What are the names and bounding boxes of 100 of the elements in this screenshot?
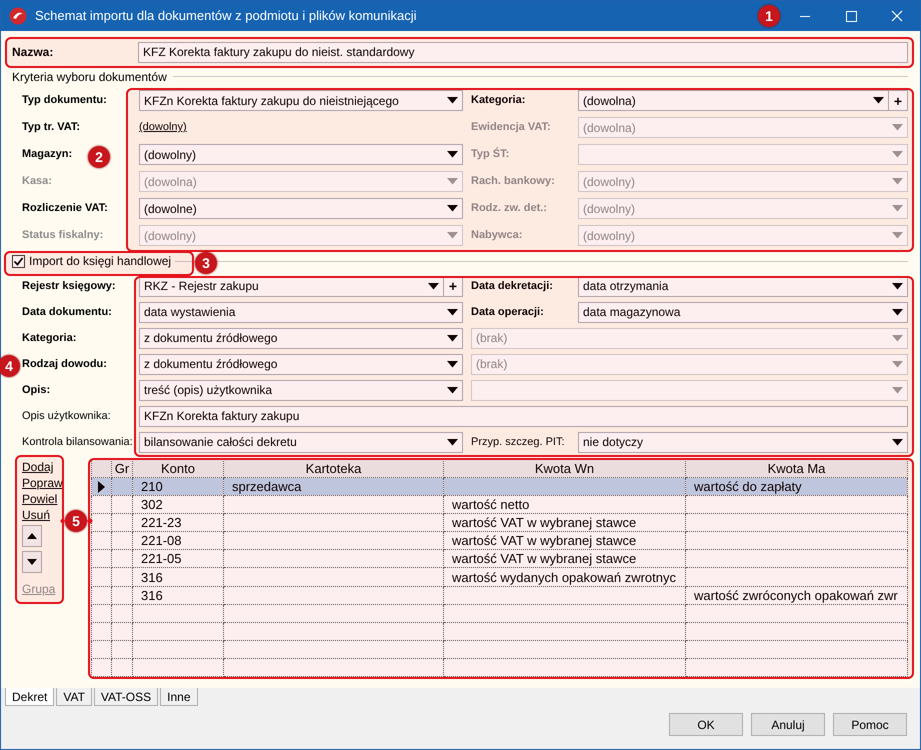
caret-icon bbox=[892, 282, 903, 290]
link[interactable]: Usuń bbox=[22, 507, 50, 523]
callout-arrow bbox=[60, 516, 68, 526]
link[interactable]: (dowolny) bbox=[139, 119, 187, 136]
table-cell: 302 bbox=[132, 496, 224, 514]
table-cell: 221-23 bbox=[132, 514, 224, 532]
field-label: Kategoria: bbox=[471, 93, 526, 108]
caret-icon bbox=[892, 386, 903, 394]
dropdown[interactable]: data wystawienia bbox=[139, 302, 463, 322]
add-button[interactable]: + bbox=[444, 276, 463, 296]
add-button[interactable]: + bbox=[889, 90, 908, 111]
dialog-button[interactable]: OK bbox=[669, 713, 743, 736]
table-row[interactable]: 221-08 wartość VAT w wybranej stawce bbox=[92, 532, 908, 550]
dropdown[interactable]: (dowolna) bbox=[578, 90, 889, 111]
dropdown[interactable]: z dokumentu źródłowego bbox=[139, 328, 463, 348]
link[interactable]: Dodaj bbox=[22, 459, 54, 475]
tab[interactable]: Dekret bbox=[5, 688, 54, 706]
field-label: Kasa: bbox=[22, 174, 52, 190]
caret-icon bbox=[892, 232, 903, 239]
field-label: Rejestr księgowy: bbox=[22, 278, 116, 294]
field-label: Nazwa: bbox=[12, 44, 54, 61]
caret-icon bbox=[892, 205, 903, 212]
tab[interactable]: Inne bbox=[160, 688, 198, 706]
dropdown[interactable]: data otrzymania bbox=[578, 276, 908, 296]
caret-icon bbox=[447, 334, 458, 342]
text-field[interactable]: KFZn Korekta faktury zakupu bbox=[139, 406, 908, 426]
table-cell: 316 bbox=[132, 568, 224, 586]
check-icon bbox=[13, 256, 24, 266]
table-cell: wartość VAT w wybranej stawce bbox=[444, 514, 686, 532]
field-label: Nabywca: bbox=[471, 228, 522, 244]
callout-arrow bbox=[85, 516, 93, 526]
field-label: Data dokumentu: bbox=[22, 304, 112, 320]
table-cell: sprzedawca bbox=[224, 478, 444, 496]
caret-icon bbox=[447, 232, 458, 239]
caret-icon bbox=[447, 178, 458, 185]
column-header[interactable]: Gr bbox=[112, 460, 132, 478]
dropdown[interactable]: bilansowanie całości dekretu bbox=[139, 432, 463, 452]
caret-icon bbox=[447, 386, 458, 394]
caret-icon bbox=[447, 97, 458, 104]
caret-icon bbox=[892, 438, 903, 446]
dropdown[interactable]: (dowolny) bbox=[139, 144, 463, 165]
caret-icon bbox=[447, 438, 458, 446]
link[interactable]: Powiel bbox=[22, 491, 58, 507]
caret-icon bbox=[892, 151, 903, 158]
dropdown[interactable]: RKZ - Rejestr zakupu bbox=[139, 276, 444, 296]
window-title: Schemat importu dla dokumentów z podmiotu i plików komunikacji bbox=[35, 7, 417, 26]
field-label: Rodzaj dowodu: bbox=[22, 356, 107, 372]
dropdown[interactable]: (dowolne) bbox=[139, 198, 463, 219]
field-label: Data dekretacji: bbox=[471, 278, 553, 294]
column-header[interactable]: Kwota Ma bbox=[686, 460, 908, 478]
link[interactable]: Popraw bbox=[22, 475, 63, 491]
move-down-button[interactable] bbox=[22, 551, 42, 573]
table-row[interactable]: 316 wartość wydanych opakowań zwrotnyc bbox=[92, 568, 908, 586]
tab[interactable]: VAT bbox=[56, 688, 92, 706]
table-row[interactable]: 210 sprzedawca wartość do zapłaty bbox=[92, 478, 908, 496]
caret-icon bbox=[447, 360, 458, 368]
move-up-button[interactable] bbox=[22, 525, 42, 547]
dialog-button[interactable]: Pomoc bbox=[833, 713, 907, 736]
column-header[interactable]: Konto bbox=[132, 460, 224, 478]
table-row[interactable]: 302 wartość netto bbox=[92, 496, 908, 514]
table-row[interactable]: 221-23 wartość VAT w wybranej stawce bbox=[92, 514, 908, 532]
checkbox-label: Import do księgi handlowej bbox=[29, 254, 172, 268]
field-label: Opis: bbox=[22, 382, 50, 398]
table-cell: 221-08 bbox=[132, 532, 224, 550]
table-cell: 316 bbox=[132, 586, 224, 604]
table-row[interactable]: 221-05 wartość VAT w wybranej stawce bbox=[92, 550, 908, 568]
dropdown[interactable]: treść (opis) użytkownika bbox=[139, 380, 463, 400]
field-label: Typ tr. VAT: bbox=[22, 120, 80, 136]
dialog-button[interactable]: Anuluj bbox=[751, 713, 825, 736]
dropdown[interactable]: nie dotyczy bbox=[578, 432, 908, 452]
caret-icon bbox=[447, 308, 458, 316]
table-cell: wartość wydanych opakowań zwrotnyc bbox=[444, 568, 686, 586]
app-icon bbox=[9, 7, 27, 25]
row-pointer-icon bbox=[97, 480, 105, 493]
down-arrow-icon bbox=[27, 558, 37, 566]
checkbox[interactable] bbox=[12, 254, 25, 268]
text-field[interactable]: KFZ Korekta faktury zakupu do nieist. standardowy bbox=[138, 42, 908, 62]
dropdown[interactable]: data magazynowa bbox=[578, 302, 908, 322]
caret-icon bbox=[892, 308, 903, 316]
dropdown[interactable]: z dokumentu źródłowego bbox=[139, 354, 463, 374]
dropdown[interactable]: KFZn Korekta faktury zakupu do nieistniejącego bbox=[139, 90, 463, 111]
field-label: Kategoria: bbox=[22, 330, 76, 346]
column-header[interactable]: Kartoteka bbox=[224, 460, 444, 478]
up-arrow-icon bbox=[27, 532, 37, 540]
tab[interactable]: VAT-OSS bbox=[94, 688, 158, 706]
field-label: Kontrola bilansowania: bbox=[22, 434, 133, 450]
table-row[interactable]: 316 wartość zwróconych opakowań zwr bbox=[92, 586, 908, 604]
table-cell: wartość do zapłaty bbox=[686, 478, 908, 496]
caret-icon bbox=[447, 205, 458, 212]
field-label: Rozliczenie VAT: bbox=[22, 201, 108, 216]
group-title: Kryteria wyboru dokumentów bbox=[12, 68, 167, 86]
caret-icon bbox=[892, 178, 903, 185]
caret-icon bbox=[428, 282, 439, 290]
field-label: Data operacji: bbox=[471, 304, 544, 320]
field-label: Rodz. zw. det.: bbox=[471, 201, 547, 216]
field-label: Typ ŚT: bbox=[471, 146, 510, 162]
column-header[interactable]: Kwota Wn bbox=[444, 460, 686, 478]
field-label: Status fiskalny: bbox=[22, 228, 104, 244]
field-label: Opis użytkownika: bbox=[22, 408, 111, 424]
table-cell: wartość zwróconych opakowań zwr bbox=[686, 586, 908, 604]
